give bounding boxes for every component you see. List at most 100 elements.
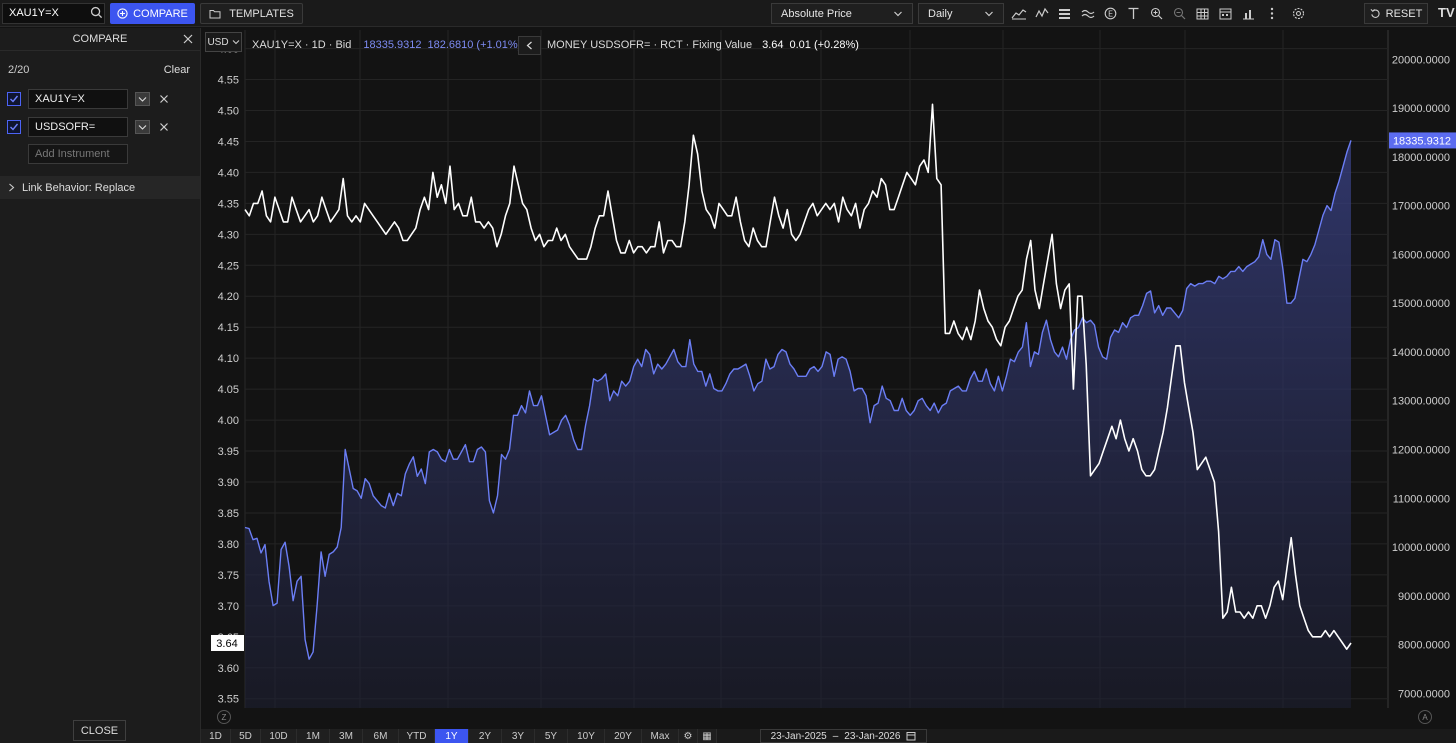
range-button-20y[interactable]: 20Y [605,729,642,743]
primary-legend: XAU1Y=X · 1D · Bid 18335.9312 182.6810 (… [252,35,521,55]
date-to: 23-Jan-2026 [844,730,901,742]
primary-legend-name: XAU1Y=X · 1D · Bid [252,39,352,51]
indicator-icon[interactable] [1033,5,1050,22]
more-icon[interactable] [1263,5,1280,22]
left-axis-tick-label: 4.40 [218,167,239,179]
left-axis-tick-label: 3.85 [218,508,239,520]
range-button-10y[interactable]: 10Y [568,729,605,743]
events-icon[interactable]: E [1102,5,1119,22]
date-range-picker[interactable]: 23-Jan-2025 – 23-Jan-2026 [760,729,927,743]
search-icon[interactable] [90,6,103,19]
remove-icon[interactable] [157,92,171,106]
area-chart-icon[interactable] [1010,5,1027,22]
reset-icon [1370,8,1380,18]
range-button-1m[interactable]: 1M [297,729,330,743]
remove-icon[interactable] [157,120,171,134]
instrument-menu[interactable] [135,120,150,134]
check-icon [10,123,19,131]
auto-scale-icon[interactable]: A [1418,710,1432,724]
instrument-checkbox[interactable] [7,92,21,106]
data-table-icon[interactable]: ▦ [698,729,717,743]
range-button-5d[interactable]: 5D [231,729,261,743]
zoom-reset-icon[interactable]: Z [217,710,231,724]
range-button-3m[interactable]: 3M [330,729,363,743]
price-chart[interactable]: 4.604.554.504.454.404.354.304.254.204.15… [201,28,1456,709]
range-button-2y[interactable]: 2Y [469,729,502,743]
table-icon[interactable] [1194,5,1211,22]
right-axis-tick-label: 14000.0000 [1392,347,1450,359]
left-last-value-label: 3.64 [216,638,237,650]
zoom-in-icon[interactable] [1148,5,1165,22]
templates-label: TEMPLATES [229,7,294,20]
right-axis-tick-label: 7000.0000 [1398,688,1450,700]
interval-select[interactable]: Daily [918,3,1004,24]
range-settings-icon[interactable]: ⚙ [679,729,698,743]
left-axis-tick-label: 4.15 [218,322,239,334]
add-instrument-input[interactable]: Add Instrument [28,144,128,164]
range-button-max[interactable]: Max [642,729,679,743]
primary-legend-change: 182.6810 (+1.01%) [427,39,522,51]
left-axis-tick-label: 4.50 [218,105,239,117]
instrument-checkbox[interactable] [7,120,21,134]
range-button-5y[interactable]: 5Y [535,729,568,743]
right-axis-tick-label: 12000.0000 [1392,444,1450,456]
instrument-field[interactable]: USDSOFR= [28,117,128,137]
left-axis-tick-label: 3.95 [218,446,239,458]
right-axis-tick-label: 15000.0000 [1392,298,1450,310]
range-button-3y[interactable]: 3Y [502,729,535,743]
price-type-select[interactable]: Absolute Price [771,3,913,24]
settings-icon[interactable] [1290,5,1307,22]
right-axis-tick-label: 16000.0000 [1392,249,1450,261]
wave-icon[interactable] [1079,5,1096,22]
left-axis-tick-label: 3.80 [218,539,239,551]
chevron-down-icon [894,11,902,17]
plus-circle-icon [117,8,128,19]
legend-collapse-button[interactable] [518,35,541,55]
text-tool-icon[interactable] [1125,5,1142,22]
left-axis-tick-label: 4.10 [218,353,239,365]
range-button-10d[interactable]: 10D [261,729,297,743]
right-last-value-label: 18335.9312 [1393,135,1451,147]
close-panel-button[interactable]: CLOSE [73,720,126,741]
right-axis-tick-label: 18000.0000 [1392,152,1450,164]
instrument-field[interactable]: XAU1Y=X [28,89,128,109]
secondary-legend-name: MONEY USDSOFR= · RCT · Fixing Value [547,39,753,51]
compare-button[interactable]: COMPARE [110,3,195,24]
templates-button[interactable]: TEMPLATES [200,3,303,24]
tradingview-logo: TV [1438,5,1455,20]
left-axis-tick-label: 4.25 [218,260,239,272]
instrument-menu[interactable] [135,92,150,106]
secondary-legend-value: 3.64 [762,39,784,51]
range-button-1y[interactable]: 1Y [435,729,469,743]
reset-label: RESET [1385,7,1423,20]
range-button-6m[interactable]: 6M [363,729,399,743]
right-axis-tick-label: 20000.0000 [1392,54,1450,66]
left-axis-tick-label: 4.45 [218,136,239,148]
close-icon[interactable] [182,33,194,45]
currency-select[interactable]: USD [205,32,242,52]
compare-panel-title: COMPARE [72,33,128,45]
interval-value: Daily [928,8,953,20]
chevron-down-icon [232,40,239,45]
link-behavior-toggle[interactable]: Link Behavior: Replace [0,176,200,199]
secondary-legend-change: 0.01 (+0.28%) [789,39,859,51]
folder-icon [209,9,221,18]
left-axis-tick-label: 3.75 [218,570,239,582]
chevron-right-icon [9,183,15,192]
top-toolbar: XAU1Y=X COMPARE TEMPLATES Absolute Price… [0,0,1456,27]
list-icon[interactable] [1056,5,1073,22]
zoom-out-icon[interactable] [1171,5,1188,22]
clear-button[interactable]: Clear [164,64,190,76]
right-axis-tick-label: 19000.0000 [1392,103,1450,115]
left-axis-tick-label: 3.70 [218,601,239,613]
range-button-ytd[interactable]: YTD [399,729,435,743]
calendar-icon[interactable] [1217,5,1234,22]
bar-chart-icon[interactable] [1240,5,1257,22]
right-axis-tick-label: 10000.0000 [1392,542,1450,554]
right-axis-tick-label: 8000.0000 [1398,640,1450,652]
right-axis-tick-label: 9000.0000 [1398,591,1450,603]
instrument-count: 2/20 [8,64,30,76]
reset-button[interactable]: RESET [1364,3,1428,24]
range-button-1d[interactable]: 1D [201,729,231,743]
left-axis-tick-label: 4.30 [218,229,239,241]
